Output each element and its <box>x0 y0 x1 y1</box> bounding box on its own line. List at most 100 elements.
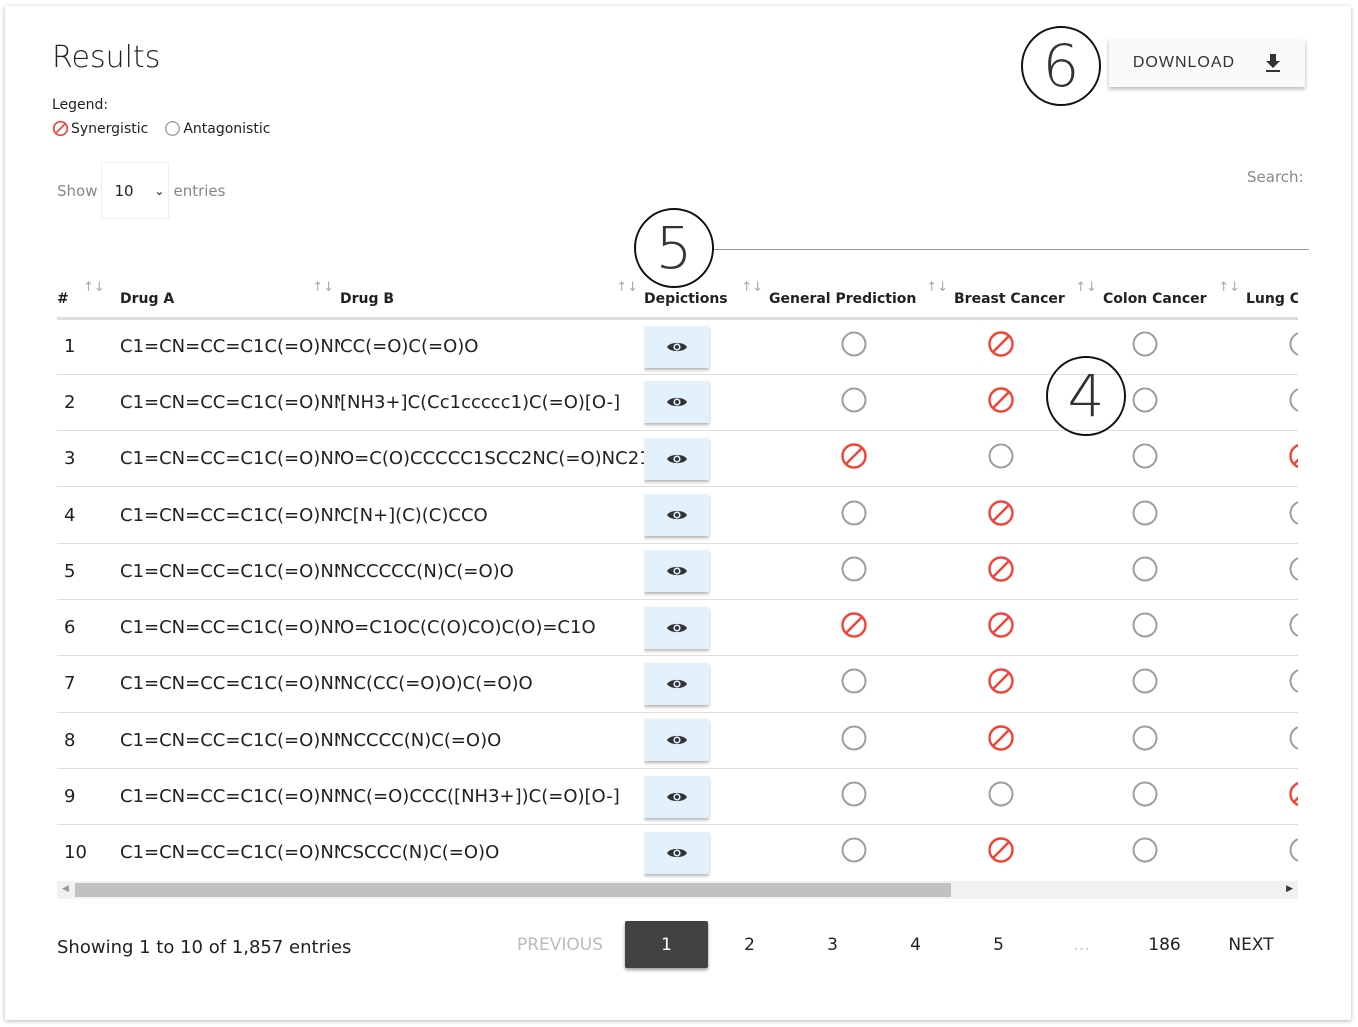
table-info: Showing 1 to 10 of 1,857 entries <box>57 937 352 958</box>
column-header[interactable]: Breast Cancer ↑↓ <box>954 270 1103 320</box>
entries-select[interactable]: 10 ⌄ <box>101 162 170 219</box>
pagination: PREVIOUS 1 2 3 4 5 … 186 NEXT <box>495 921 1296 968</box>
prediction-cell <box>926 430 1075 488</box>
eye-icon <box>666 623 687 632</box>
row-number: 2 <box>57 374 120 432</box>
drug-a: C1=CN=CC=C1C(=O)NN <box>120 486 340 544</box>
view-depiction-button[interactable] <box>644 831 709 874</box>
row-number: 3 <box>57 430 120 488</box>
view-depiction-button[interactable] <box>644 325 709 368</box>
scrollbar-thumb[interactable] <box>75 883 951 897</box>
download-button[interactable]: DOWNLOAD <box>1109 39 1305 87</box>
synergistic-icon <box>987 837 1014 864</box>
drug-a: C1=CN=CC=C1C(=O)NN <box>120 430 340 488</box>
next-button[interactable]: NEXT <box>1206 921 1296 968</box>
drug-b: CC(=O)C(=O)O <box>340 318 644 375</box>
view-depiction-button[interactable] <box>644 437 709 480</box>
column-label: Depictions <box>644 290 728 307</box>
antagonistic-icon <box>841 668 866 694</box>
synergistic-icon <box>987 499 1014 526</box>
view-depiction-button[interactable] <box>644 494 709 537</box>
prediction-cell <box>1073 543 1216 600</box>
page-button[interactable]: 186 <box>1123 921 1206 968</box>
drug-b: NCCCC(N)C(=O)O <box>340 712 644 769</box>
prediction-cell <box>761 768 946 826</box>
drug-a: C1=CN=CC=C1C(=O)NN <box>120 318 340 375</box>
column-label: General Prediction <box>769 290 917 307</box>
sort-icon[interactable]: ↑↓ <box>312 280 334 295</box>
antagonistic-icon <box>1289 556 1298 581</box>
synergistic-icon <box>987 331 1014 357</box>
scroll-right-icon[interactable]: ▶ <box>1286 884 1293 894</box>
legend-synergistic: Synergistic <box>71 120 149 137</box>
antagonistic-icon <box>1132 331 1157 357</box>
entries-length: Show 10 ⌄ entries <box>57 162 225 219</box>
antagonistic-icon <box>1289 500 1298 525</box>
view-depiction-button[interactable] <box>644 606 709 649</box>
entries-label: entries <box>173 181 226 200</box>
antagonistic-icon <box>988 781 1013 807</box>
drug-b: O=C(O)CCCCC1SCC2NC(=O)NC21 <box>340 430 644 488</box>
horizontal-scrollbar[interactable]: ◀ ▶ <box>57 881 1298 899</box>
view-depiction-button[interactable] <box>644 775 709 818</box>
page-button[interactable]: 4 <box>874 921 957 968</box>
antagonistic-icon <box>1289 838 1298 863</box>
page-button[interactable]: 5 <box>957 921 1040 968</box>
scroll-left-icon[interactable]: ◀ <box>62 884 69 894</box>
page-button[interactable]: 1 <box>625 921 708 968</box>
view-depiction-button[interactable] <box>644 550 709 593</box>
view-depiction-button[interactable] <box>644 662 709 705</box>
legend-label: Legend: <box>52 97 109 113</box>
row-number: 8 <box>57 712 120 769</box>
antagonistic-icon <box>841 556 866 582</box>
antagonistic-icon <box>988 443 1013 469</box>
prediction-cell <box>1073 599 1216 657</box>
antagonistic-icon <box>1132 668 1157 694</box>
page-button[interactable]: 2 <box>708 921 791 968</box>
table-row: 5 C1=CN=CC=C1C(=O)NN NCCCCC(N)C(=O)O <box>57 543 1298 600</box>
table-row: 6 C1=CN=CC=C1C(=O)NN O=C1OC(C(O)CO)C(O)=… <box>57 599 1298 657</box>
drug-a: C1=CN=CC=C1C(=O)NN <box>120 543 340 600</box>
synergistic-icon <box>840 612 867 638</box>
previous-button[interactable]: PREVIOUS <box>495 921 625 968</box>
row-number: 9 <box>57 768 120 826</box>
column-label: # <box>57 290 69 307</box>
column-header[interactable]: Colon Cancer ↑↓ <box>1103 270 1246 320</box>
sort-icon[interactable]: ↑↓ <box>83 280 105 295</box>
prediction-cell <box>1073 655 1216 713</box>
synergistic-icon <box>987 556 1014 582</box>
sort-icon[interactable]: ↑↓ <box>741 280 763 295</box>
antagonistic-icon <box>1132 500 1157 526</box>
sort-icon[interactable]: ↑↓ <box>616 280 638 295</box>
view-depiction-button[interactable] <box>644 719 709 762</box>
legend-antagonistic: Antagonistic <box>183 120 271 137</box>
show-label: Show <box>57 181 98 200</box>
sort-icon[interactable]: ↑↓ <box>1218 280 1240 295</box>
column-header[interactable]: Drug B ↑↓ <box>340 270 644 320</box>
row-number: 10 <box>57 824 120 880</box>
prediction-cell <box>761 430 946 488</box>
synergistic-icon <box>987 612 1014 638</box>
sort-icon[interactable]: ↑↓ <box>926 280 948 295</box>
search-input[interactable] <box>712 233 1309 250</box>
prediction-cell <box>761 824 946 880</box>
synergistic-icon <box>52 120 69 137</box>
page-button[interactable]: 3 <box>791 921 874 968</box>
annotation-4: 4 <box>1046 356 1126 436</box>
table-row: 10 C1=CN=CC=C1C(=O)NN CSCCC(N)C(=O)O <box>57 824 1298 880</box>
eye-icon <box>666 454 687 463</box>
prediction-cell <box>1246 599 1298 657</box>
column-header[interactable]: Lung Ca <box>1246 270 1298 320</box>
column-header[interactable]: Drug A ↑↓ <box>120 270 340 320</box>
legend: Synergistic Antagonistic <box>52 120 270 137</box>
view-depiction-button[interactable] <box>644 381 709 424</box>
column-header[interactable]: # ↑↓ <box>57 270 120 320</box>
column-header[interactable]: Depictions ↑↓ <box>644 270 769 320</box>
sort-icon[interactable]: ↑↓ <box>1075 280 1097 295</box>
prediction-cell <box>1246 374 1298 432</box>
drug-a: C1=CN=CC=C1C(=O)NN <box>120 599 340 657</box>
column-header[interactable]: General Prediction ↑↓ <box>769 270 954 320</box>
prediction-cell <box>761 655 946 713</box>
antagonistic-icon <box>1132 837 1157 863</box>
prediction-cell <box>1246 712 1298 769</box>
